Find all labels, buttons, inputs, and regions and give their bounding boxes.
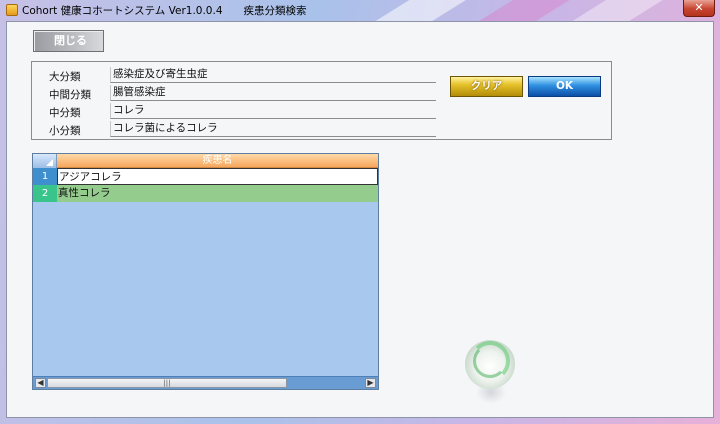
- clear-button[interactable]: クリア: [450, 76, 523, 97]
- title-bar: Cohort 健康コホートシステム Ver1.0.0.4 疾患分類検索 ✕: [0, 0, 720, 20]
- disease-name-cell[interactable]: 真性コレラ: [57, 185, 378, 202]
- window-title: Cohort 健康コホートシステム Ver1.0.0.4 疾患分類検索: [22, 5, 307, 17]
- scroll-left-icon[interactable]: ◀: [35, 378, 46, 388]
- major-category-field[interactable]: 感染症及び寄生虫症: [110, 67, 436, 83]
- row-number: 2: [33, 185, 57, 202]
- grid-header: 疾患名: [33, 154, 378, 168]
- orb-ring-icon: [473, 344, 507, 378]
- classification-row-intermediate: 中間分類 腸管感染症: [32, 84, 452, 102]
- middle-category-label: 中分類: [49, 107, 81, 119]
- ok-button[interactable]: OK: [528, 76, 601, 97]
- intermediate-category-label: 中間分類: [49, 89, 91, 101]
- table-row[interactable]: 2 真性コレラ: [33, 185, 378, 202]
- disease-grid: 疾患名 1 アジアコレラ 2 真性コレラ ◀ ||| ▶: [32, 153, 379, 390]
- classification-row-major: 大分類 感染症及び寄生虫症: [32, 66, 452, 84]
- classification-panel: 大分類 感染症及び寄生虫症 中間分類 腸管感染症 中分類 コレラ 小分類 コレラ…: [31, 61, 612, 140]
- minor-category-field[interactable]: コレラ菌によるコレラ: [110, 121, 436, 137]
- app-icon: [6, 4, 18, 16]
- middle-category-field[interactable]: コレラ: [110, 103, 436, 119]
- window-frame: Cohort 健康コホートシステム Ver1.0.0.4 疾患分類検索 ✕ 閉じ…: [0, 0, 720, 424]
- row-number: 1: [33, 168, 57, 185]
- major-category-label: 大分類: [49, 71, 81, 83]
- scroll-right-icon[interactable]: ▶: [365, 378, 376, 388]
- classification-row-middle: 中分類 コレラ: [32, 102, 452, 120]
- close-icon: ✕: [694, 1, 704, 14]
- select-all-corner[interactable]: [33, 154, 57, 168]
- window-close-button[interactable]: ✕: [683, 0, 715, 17]
- client-area: 閉じる 大分類 感染症及び寄生虫症 中間分類 腸管感染症 中分類 コレラ 小分類…: [6, 21, 714, 418]
- disease-name-cell[interactable]: アジアコレラ: [57, 168, 378, 185]
- table-row[interactable]: 1 アジアコレラ: [33, 168, 378, 185]
- close-form-button[interactable]: 閉じる: [33, 30, 104, 52]
- minor-category-label: 小分類: [49, 125, 81, 137]
- scroll-thumb[interactable]: |||: [47, 378, 287, 388]
- column-header-disease-name[interactable]: 疾患名: [57, 154, 378, 168]
- horizontal-scrollbar[interactable]: ◀ ||| ▶: [33, 376, 378, 389]
- classification-row-minor: 小分類 コレラ菌によるコレラ: [32, 120, 452, 138]
- intermediate-category-field[interactable]: 腸管感染症: [110, 85, 436, 101]
